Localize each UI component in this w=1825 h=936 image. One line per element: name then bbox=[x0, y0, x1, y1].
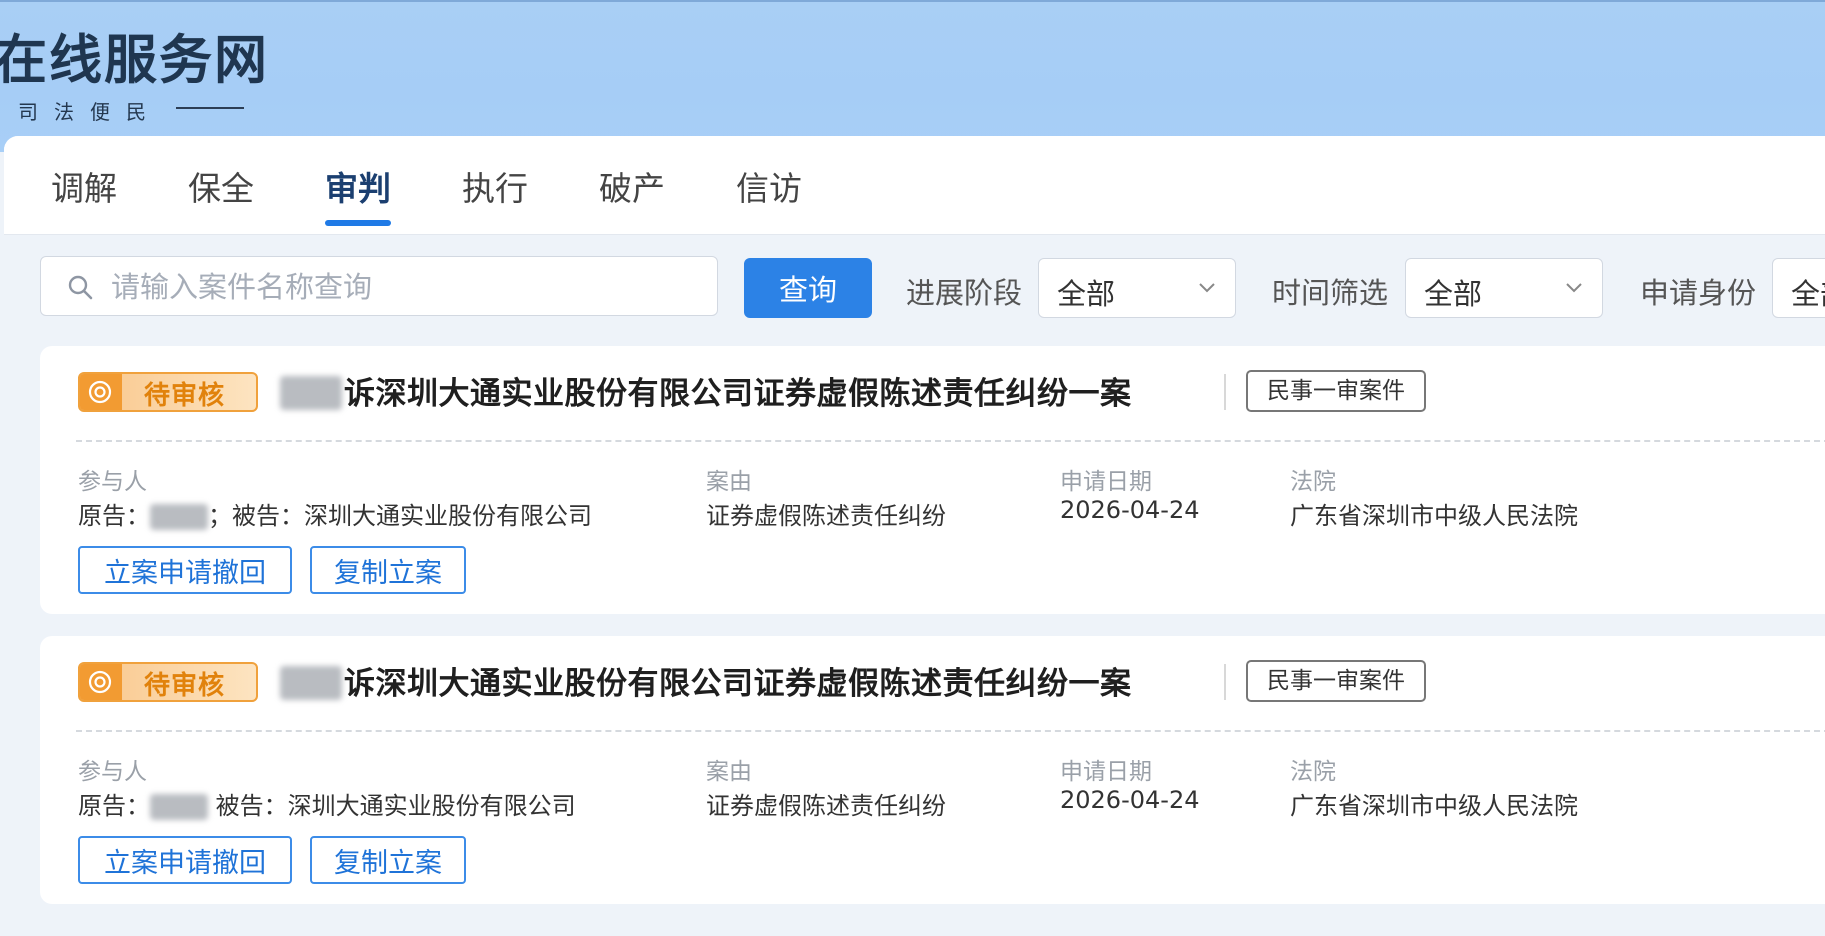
time-filter-value: 全部 bbox=[1424, 277, 1483, 311]
search-icon bbox=[68, 275, 93, 300]
status-text: 待审核 bbox=[144, 671, 226, 701]
applicant-role-label: 申请身份 bbox=[1640, 276, 1757, 310]
date-label: 申请日期 bbox=[1060, 759, 1152, 785]
chevron-down-icon bbox=[1566, 283, 1582, 293]
court-label: 法院 bbox=[1290, 759, 1336, 785]
tab-mediation[interactable]: 调解 bbox=[51, 162, 117, 212]
site-title: 在线服务网 bbox=[0, 30, 269, 91]
cause-value: 证券虚假陈述责任纠纷 bbox=[706, 792, 946, 820]
participants-label: 参与人 bbox=[78, 469, 147, 495]
status-text: 待审核 bbox=[144, 381, 226, 411]
tab-execution[interactable]: 执行 bbox=[462, 162, 528, 212]
clock-icon bbox=[88, 380, 112, 404]
time-filter-label: 时间筛选 bbox=[1272, 276, 1389, 310]
slogan-divider bbox=[176, 107, 244, 109]
active-tab-indicator bbox=[325, 220, 391, 226]
cause-label: 案由 bbox=[706, 469, 752, 495]
site-slogan: 司法便民 bbox=[18, 100, 162, 124]
case-title[interactable]: 诉深圳大通实业股份有限公司证券虚假陈述责任纠纷一案 bbox=[344, 368, 1132, 413]
participants-value: 原告： ；被告：深圳大通实业股份有限公司 bbox=[78, 502, 592, 530]
case-type-tag: 民事一审案件 bbox=[1246, 370, 1426, 412]
tab-petition[interactable]: 信访 bbox=[736, 162, 802, 212]
dashed-divider bbox=[76, 440, 1825, 442]
cause-label: 案由 bbox=[706, 759, 752, 785]
redacted-name bbox=[280, 666, 342, 700]
court-value: 广东省深圳市中级人民法院 bbox=[1290, 792, 1578, 820]
withdraw-filing-button[interactable]: 立案申请撤回 bbox=[78, 836, 292, 884]
time-filter-select[interactable]: 全部 bbox=[1405, 258, 1603, 318]
main-panel: 调解 保全 审判 执行 破产 信访 查询 进展阶段 全部 时间筛选 全部 申请身… bbox=[4, 136, 1825, 936]
search-input[interactable] bbox=[109, 265, 703, 309]
cause-value: 证券虚假陈述责任纠纷 bbox=[706, 502, 946, 530]
title-divider bbox=[1224, 664, 1226, 700]
search-box bbox=[40, 256, 718, 316]
redacted-plaintiff bbox=[150, 504, 208, 530]
date-value: 2026-04-24 bbox=[1060, 786, 1200, 814]
tab-trial[interactable]: 审判 bbox=[325, 162, 391, 226]
case-title[interactable]: 诉深圳大通实业股份有限公司证券虚假陈述责任纠纷一案 bbox=[344, 658, 1132, 703]
redacted-name bbox=[280, 376, 342, 410]
date-value: 2026-04-24 bbox=[1060, 496, 1200, 524]
copy-filing-button[interactable]: 复制立案 bbox=[310, 546, 466, 594]
tab-preservation[interactable]: 保全 bbox=[188, 162, 254, 212]
court-label: 法院 bbox=[1290, 469, 1336, 495]
site-header: 在线服务网 司法便民 bbox=[0, 0, 1825, 152]
progress-stage-value: 全部 bbox=[1057, 277, 1116, 311]
court-value: 广东省深圳市中级人民法院 bbox=[1290, 502, 1578, 530]
progress-stage-select[interactable]: 全部 bbox=[1038, 258, 1236, 318]
copy-filing-button[interactable]: 复制立案 bbox=[310, 836, 466, 884]
case-card: 待审核 诉深圳大通实业股份有限公司证券虚假陈述责任纠纷一案 民事一审案件 参与人… bbox=[40, 346, 1825, 614]
applicant-role-select[interactable]: 全部 bbox=[1772, 258, 1825, 318]
status-badge: 待审核 bbox=[78, 372, 258, 412]
participants-label: 参与人 bbox=[78, 759, 147, 785]
case-type-tag: 民事一审案件 bbox=[1246, 660, 1426, 702]
tab-bankruptcy[interactable]: 破产 bbox=[599, 162, 665, 212]
tab-bar: 调解 保全 审判 执行 破产 信访 bbox=[4, 136, 1825, 235]
participants-value: 原告： 被告：深圳大通实业股份有限公司 bbox=[78, 792, 576, 820]
applicant-role-value: 全部 bbox=[1791, 277, 1825, 311]
redacted-plaintiff bbox=[150, 794, 208, 820]
clock-icon bbox=[88, 670, 112, 694]
progress-stage-label: 进展阶段 bbox=[906, 276, 1023, 310]
date-label: 申请日期 bbox=[1060, 469, 1152, 495]
title-divider bbox=[1224, 374, 1226, 410]
status-badge: 待审核 bbox=[78, 662, 258, 702]
chevron-down-icon bbox=[1199, 283, 1215, 293]
withdraw-filing-button[interactable]: 立案申请撤回 bbox=[78, 546, 292, 594]
dashed-divider bbox=[76, 730, 1825, 732]
query-button[interactable]: 查询 bbox=[744, 258, 872, 318]
case-card: 待审核 诉深圳大通实业股份有限公司证券虚假陈述责任纠纷一案 民事一审案件 参与人… bbox=[40, 636, 1825, 904]
